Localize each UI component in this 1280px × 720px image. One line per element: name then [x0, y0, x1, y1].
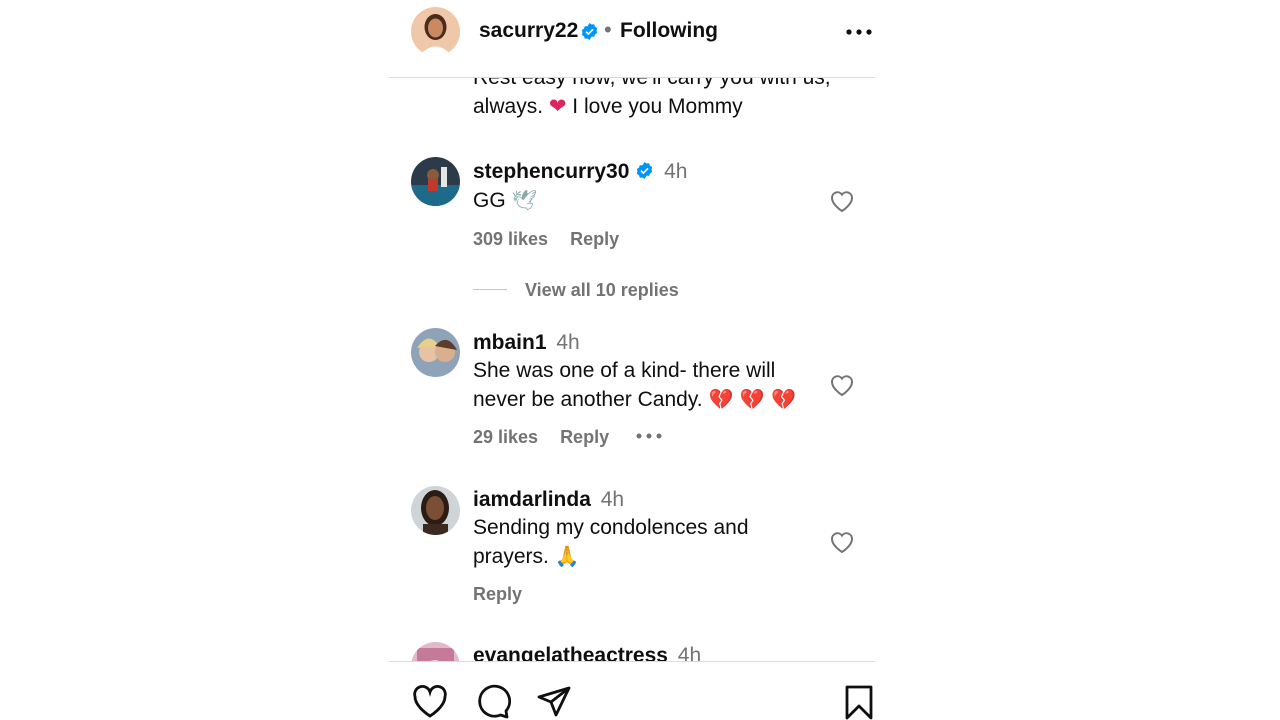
comment-username[interactable]: mbain1 4h — [473, 331, 580, 355]
caption-text-end: I love you Mommy — [566, 95, 743, 118]
comment-meta: 309 likes Reply — [473, 229, 641, 250]
bookmark-icon[interactable] — [841, 684, 875, 720]
caption-text: always. — [473, 95, 549, 118]
verified-badge-icon — [637, 161, 653, 180]
comment-time: 4h — [664, 160, 688, 183]
comment-body-line-1: She was one of a kind- there will — [473, 359, 776, 382]
verified-badge-icon — [581, 22, 598, 41]
username-text[interactable]: mbain1 — [473, 331, 547, 354]
comment-time: 4h — [600, 488, 625, 511]
comment-username[interactable]: stephencurry30 4h — [473, 160, 687, 184]
comment-time: 4h — [677, 644, 702, 662]
view-replies-button[interactable]: View all 10 replies — [525, 280, 679, 301]
comment-text: She was one of a kind- there will never … — [473, 357, 818, 414]
post-header: sacurry22 • Following — [389, 0, 875, 78]
reply-button[interactable]: Reply — [560, 427, 609, 447]
comment-body-line-2: prayers. 🙏 — [473, 542, 818, 571]
replies-divider — [473, 289, 507, 290]
comment-meta: 29 likes Reply — [473, 427, 631, 448]
header-separator: • — [604, 17, 612, 42]
more-options-icon[interactable] — [635, 431, 663, 441]
username-text[interactable]: stephencurry30 — [473, 160, 629, 183]
praying-hands-emoji: 🙏 — [554, 544, 580, 568]
comment-meta: Reply — [473, 584, 544, 605]
comment-username[interactable]: iamdarlinda 4h — [473, 488, 624, 512]
post-panel: Rest easy now, we'll carry you with us, … — [389, 0, 875, 720]
comment-time: 4h — [556, 331, 580, 354]
avatar-iamdarlinda[interactable] — [411, 486, 460, 535]
comment-body: prayers. — [473, 545, 555, 568]
dove-emoji: 🕊 — [511, 188, 537, 212]
reply-button[interactable]: Reply — [473, 584, 522, 604]
send-icon[interactable] — [535, 684, 573, 720]
comment-icon[interactable] — [473, 684, 511, 720]
comments-list[interactable]: Rest easy now, we'll carry you with us, … — [389, 0, 875, 662]
heart-icon[interactable] — [411, 684, 449, 720]
like-comment-heart-icon[interactable] — [829, 189, 855, 213]
heart-emoji: ❤ — [548, 94, 567, 118]
comment-username[interactable]: evangelatheactress 4h — [473, 644, 701, 662]
action-bar — [389, 661, 875, 720]
avatar-mbain1[interactable] — [411, 328, 460, 377]
comment-body: GG — [473, 189, 512, 212]
like-comment-heart-icon[interactable] — [829, 530, 855, 554]
broken-heart-emoji: 💔 💔 💔 — [708, 387, 796, 411]
username-text[interactable]: iamdarlinda — [473, 488, 591, 511]
avatar-stephencurry30[interactable] — [411, 157, 460, 206]
comment-text: Sending my condolences and prayers. 🙏 — [473, 514, 818, 571]
comment-body: never be another Candy. — [473, 388, 709, 411]
likes-count[interactable]: 29 likes — [473, 427, 538, 447]
comment-text: GG 🕊 — [473, 186, 818, 215]
more-options-icon[interactable] — [844, 17, 874, 47]
avatar-evangelatheactress[interactable] — [411, 642, 460, 662]
following-button[interactable]: Following — [620, 19, 718, 43]
username-text[interactable]: evangelatheactress — [473, 644, 668, 662]
author-username[interactable]: sacurry22 — [479, 19, 578, 43]
likes-count[interactable]: 309 likes — [473, 229, 548, 249]
author-avatar[interactable] — [411, 7, 460, 56]
comment-body-line-1: Sending my condolences and — [473, 516, 749, 539]
comment-body-line-2: never be another Candy. 💔 💔 💔 — [473, 385, 818, 414]
like-comment-heart-icon[interactable] — [829, 373, 855, 397]
caption-line-2: always. ❤ I love you Mommy — [473, 92, 853, 121]
reply-button[interactable]: Reply — [570, 229, 619, 249]
